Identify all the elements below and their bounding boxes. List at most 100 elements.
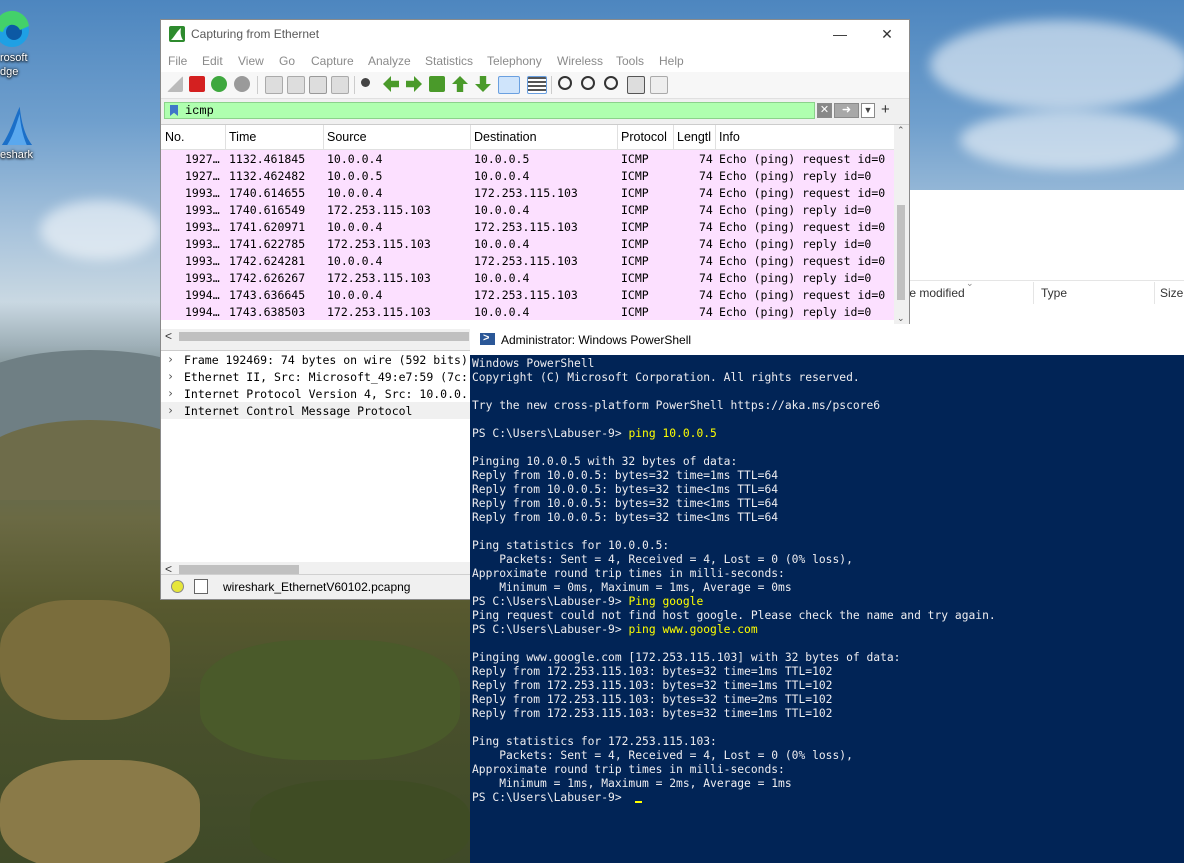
autoscroll-icon[interactable] — [498, 76, 520, 94]
menu-statistics[interactable]: Statistics — [425, 54, 473, 68]
column-no[interactable]: No. — [165, 130, 184, 144]
packet-row[interactable]: 1993… 1740.616549 172.253.115.103 10.0.0.4 I… — [161, 201, 909, 218]
scrollbar-thumb[interactable] — [179, 565, 299, 574]
console-output[interactable]: Windows PowerShell Copyright (C) Microsof… — [472, 357, 996, 805]
packet-row[interactable]: 1927… 1132.462482 10.0.0.5 10.0.0.4 ICMP 74 Ec… — [161, 167, 909, 184]
expand-chevron-icon[interactable]: › — [167, 352, 174, 366]
title-bar[interactable]: > Administrator: Windows PowerShell — [470, 324, 1184, 355]
menu-capture[interactable]: Capture — [311, 54, 354, 68]
packet-row[interactable]: 1927… 1132.461845 10.0.0.4 10.0.0.5 ICMP 74 Ec… — [161, 150, 909, 167]
packet-cell-proto: ICMP — [621, 254, 649, 268]
packet-cell-len: 74 — [699, 186, 713, 200]
packet-cell-time: 1742.624281 — [229, 254, 306, 268]
display-filter-input[interactable]: icmp — [164, 102, 815, 119]
packet-row[interactable]: 1993… 1742.626267 172.253.115.103 10.0.0.4 I… — [161, 269, 909, 286]
save-file-icon[interactable] — [287, 76, 305, 94]
menu-telephony[interactable]: Telephony — [487, 54, 542, 68]
packet-list-horizontal-scrollbar[interactable]: < — [161, 329, 471, 343]
close-file-icon[interactable] — [309, 76, 327, 94]
packet-cell-dst: 10.0.0.4 — [474, 203, 530, 217]
colorize-icon[interactable] — [527, 76, 547, 94]
restart-capture-icon[interactable] — [211, 76, 227, 92]
packet-cell-len: 74 — [699, 152, 713, 166]
packet-cell-info: Echo (ping) reply id=0 — [719, 305, 872, 319]
packet-cell-time: 1132.462482 — [229, 169, 306, 183]
menu-tools[interactable]: Tools — [616, 54, 644, 68]
sort-chevron-icon: ⌄ — [966, 278, 974, 288]
layout-icon[interactable] — [650, 76, 668, 94]
go-forward-icon[interactable] — [406, 76, 422, 92]
menu-analyze[interactable]: Analyze — [368, 54, 411, 68]
menu-go[interactable]: Go — [279, 54, 295, 68]
open-file-icon[interactable] — [265, 76, 283, 94]
packet-row[interactable]: 1993… 1741.620971 10.0.0.4 172.253.115.103 I… — [161, 218, 909, 235]
desktop-icon-wireshark[interactable]: eshark — [0, 105, 40, 162]
resize-columns-icon[interactable] — [627, 76, 645, 94]
expand-chevron-icon[interactable]: › — [167, 386, 174, 400]
go-to-packet-icon[interactable] — [429, 76, 445, 92]
console-line: Reply from 172.253.115.103: bytes=32 tim… — [472, 707, 833, 720]
packet-row[interactable]: 1993… 1740.614655 10.0.0.4 172.253.115.103 I… — [161, 184, 909, 201]
packet-list-vertical-scrollbar[interactable]: ⌃ ⌄ — [894, 125, 909, 328]
title-bar[interactable]: Capturing from Ethernet — . . . . ✕ . — [161, 20, 909, 50]
apply-filter-arrow-icon[interactable]: ➜ — [834, 103, 859, 118]
desktop-icon-edge[interactable]: rosoft dge — [0, 8, 40, 79]
menu-view[interactable]: View — [238, 54, 264, 68]
packet-row[interactable]: 1993… 1741.622785 172.253.115.103 10.0.0.4 I… — [161, 235, 909, 252]
field — [0, 760, 200, 863]
console-prompt: PS C:\Users\Labuser-9> — [472, 427, 629, 440]
column-length[interactable]: Lengtl — [677, 130, 711, 144]
go-back-icon[interactable] — [383, 76, 399, 92]
start-capture-icon[interactable] — [167, 76, 183, 92]
scroll-left-icon[interactable]: < — [165, 329, 172, 343]
last-packet-icon[interactable] — [475, 76, 491, 92]
packet-list[interactable]: No. Time Source Destination Protocol Len… — [161, 124, 909, 343]
menu-file[interactable]: File — [168, 54, 187, 68]
packet-cell-proto: ICMP — [621, 203, 649, 217]
packet-row[interactable]: 1994… 1743.636645 10.0.0.4 172.253.115.103 I… — [161, 286, 909, 303]
column-size[interactable]: Size — [1160, 286, 1183, 300]
packet-cell-dst: 10.0.0.5 — [474, 152, 530, 166]
capture-options-icon[interactable] — [234, 76, 250, 92]
console-line: Reply from 172.253.115.103: bytes=32 tim… — [472, 679, 833, 692]
capture-comment-icon[interactable] — [194, 579, 208, 594]
filter-dropdown-icon[interactable]: ▼ — [861, 103, 875, 118]
menu-help[interactable]: Help — [659, 54, 684, 68]
bookmark-icon[interactable] — [170, 105, 178, 116]
packet-cell-info: Echo (ping) request id=0 — [719, 220, 886, 234]
column-destination[interactable]: Destination — [474, 130, 537, 144]
column-date-modified[interactable]: te modified — [906, 286, 965, 300]
reload-file-icon[interactable] — [331, 76, 349, 94]
column-divider — [1033, 282, 1034, 304]
scrollbar-thumb[interactable] — [897, 205, 905, 300]
first-packet-icon[interactable] — [452, 76, 468, 92]
find-packet-icon[interactable] — [361, 78, 370, 87]
column-source[interactable]: Source — [327, 130, 367, 144]
zoom-out-icon[interactable] — [581, 76, 595, 90]
packet-cell-src: 10.0.0.5 — [327, 169, 383, 183]
column-info[interactable]: Info — [719, 130, 740, 144]
scroll-up-icon[interactable]: ⌃ — [897, 125, 905, 136]
column-protocol[interactable]: Protocol — [621, 130, 667, 144]
scrollbar-thumb[interactable] — [179, 332, 469, 341]
column-type[interactable]: Type — [1041, 286, 1067, 300]
column-time[interactable]: Time — [229, 130, 256, 144]
expand-chevron-icon[interactable]: › — [167, 403, 174, 417]
add-filter-button-icon[interactable]: + — [881, 101, 890, 118]
expert-info-icon[interactable] — [171, 580, 184, 593]
console-line: Ping request could not find host google.… — [472, 609, 996, 622]
stop-capture-icon[interactable] — [189, 76, 205, 92]
packet-row[interactable]: 1994… 1743.638503 172.253.115.103 10.0.0.4 I… — [161, 303, 909, 320]
close-button[interactable]: ✕ — [864, 20, 909, 50]
menu-wireless[interactable]: Wireless — [557, 54, 603, 68]
clear-filter-icon[interactable]: ✕ — [817, 103, 832, 118]
menu-edit[interactable]: Edit — [202, 54, 223, 68]
scroll-down-icon[interactable]: ⌄ — [897, 313, 905, 324]
packet-cell-info: Echo (ping) request id=0 — [719, 186, 886, 200]
expand-chevron-icon[interactable]: › — [167, 369, 174, 383]
zoom-in-icon[interactable] — [558, 76, 572, 90]
powershell-window: > Administrator: Windows PowerShell Wind… — [470, 324, 1184, 863]
normal-size-icon[interactable] — [604, 76, 618, 90]
packet-row[interactable]: 1993… 1742.624281 10.0.0.4 172.253.115.103 I… — [161, 252, 909, 269]
